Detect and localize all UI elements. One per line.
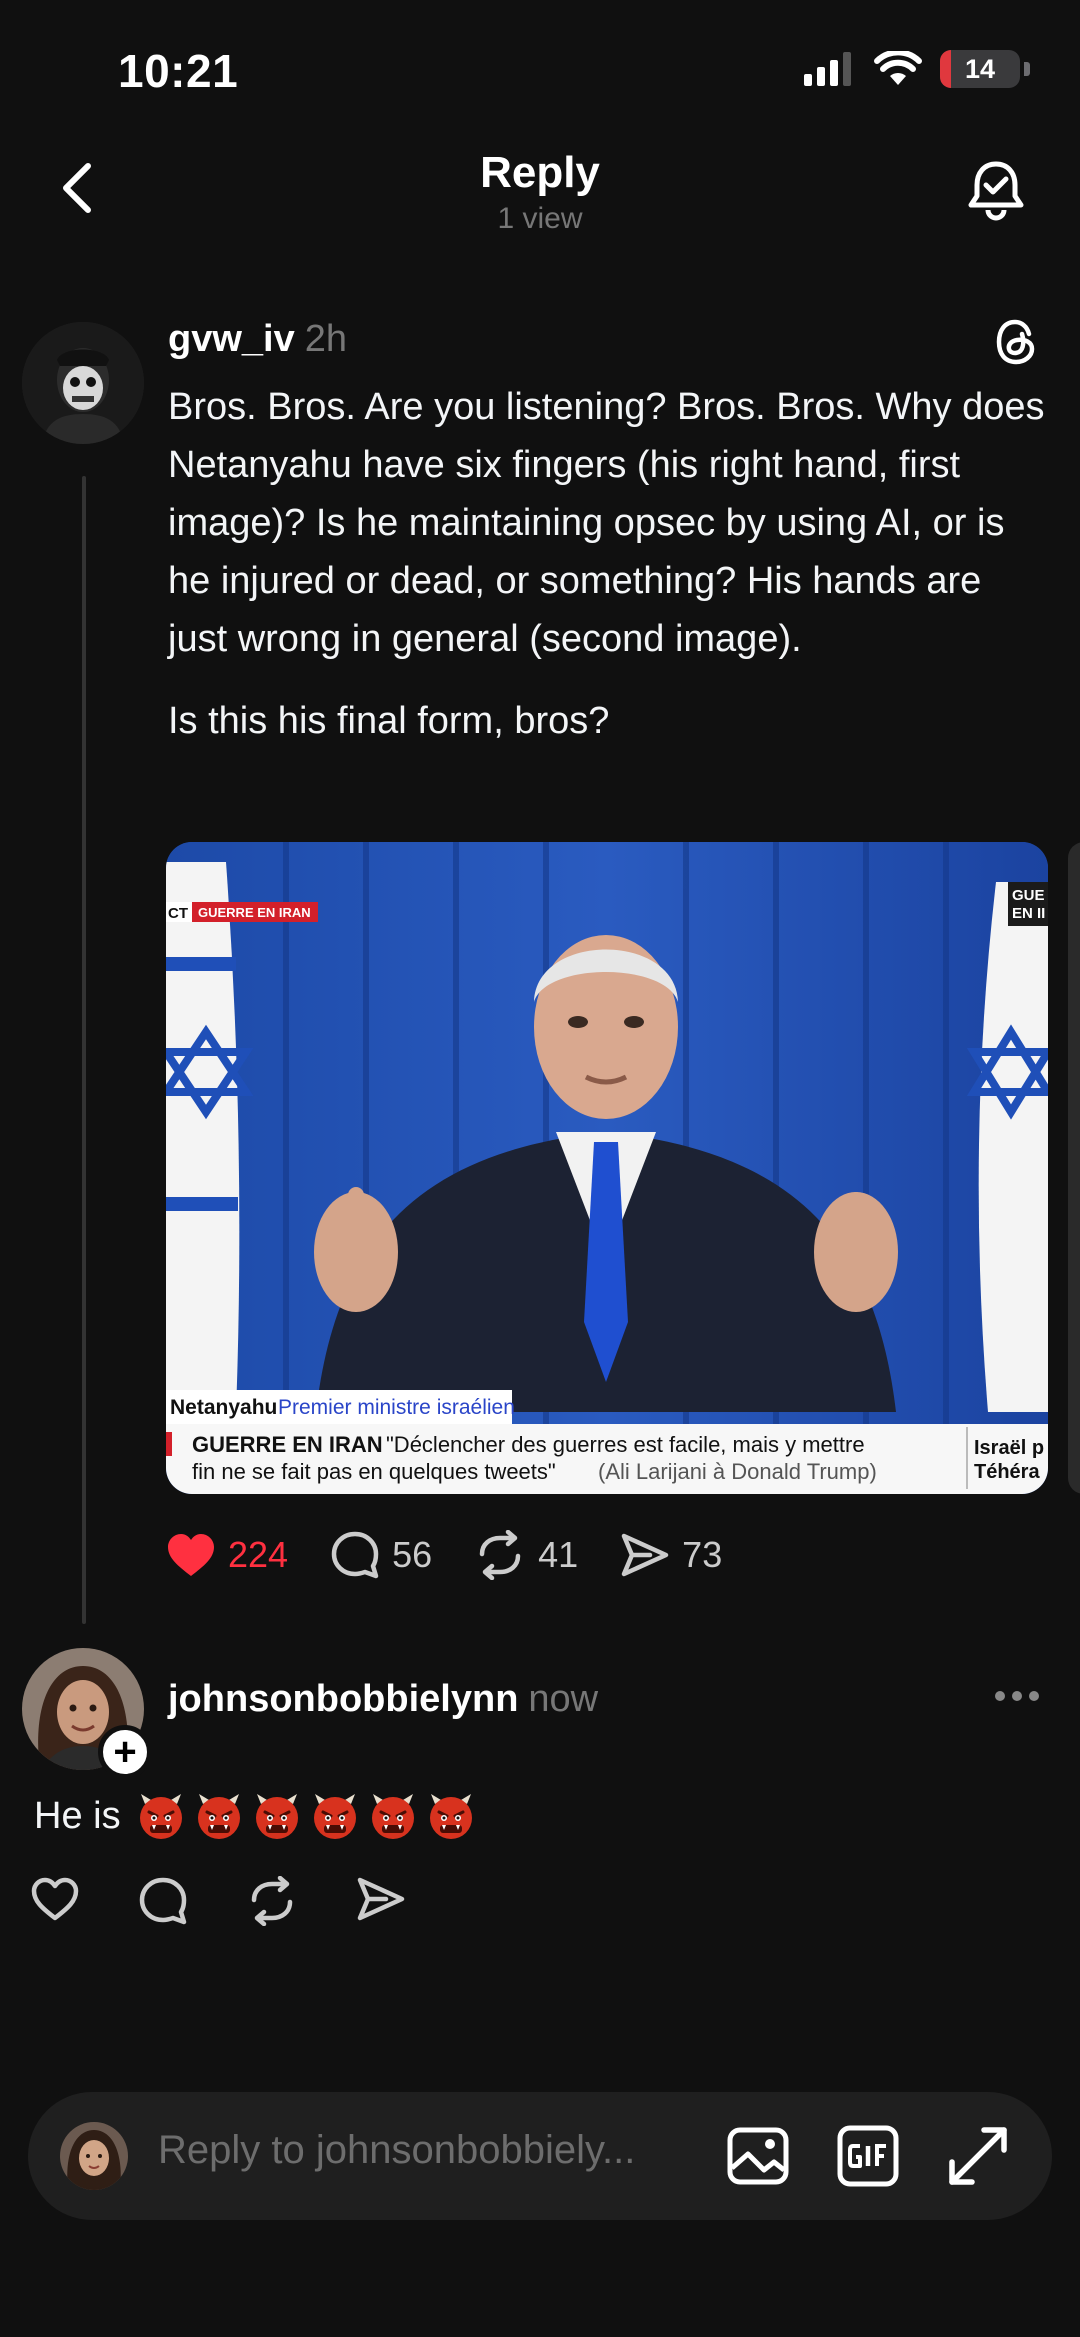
post-time: 2h: [304, 318, 348, 360]
battery-indicator: 14: [940, 50, 1020, 88]
reply-username[interactable]: johnsonbobbielynn: [168, 1678, 518, 1720]
reply-input[interactable]: [158, 2128, 718, 2173]
ticker-side-1: Israël p: [974, 1437, 1044, 1459]
reply-text: He is: [34, 1794, 121, 1837]
post-actions: 224 56 41 73: [166, 1530, 764, 1580]
threads-icon: [996, 319, 1035, 365]
thread-line: [82, 476, 86, 1624]
reply-composer: [28, 2092, 1052, 2220]
like-button[interactable]: 224: [166, 1532, 288, 1578]
gif-icon[interactable]: [836, 2124, 900, 2188]
ogre-emoji: [197, 1794, 240, 1839]
post-username[interactable]: gvw_iv: [168, 318, 295, 360]
ogre-emoji: [313, 1794, 356, 1839]
avatar-image: [60, 2122, 128, 2190]
status-indicators: 14: [804, 50, 1030, 88]
post-paragraph: Bros. Bros. Are you listening? Bros. Bro…: [168, 386, 1045, 660]
header: Reply 1 view: [0, 140, 1080, 250]
share-count: 73: [682, 1534, 723, 1575]
page-title: Reply: [480, 148, 600, 197]
bell-check-icon: [968, 161, 1024, 221]
ogre-emoji: [429, 1794, 472, 1839]
reply-body: He is: [34, 1790, 477, 1842]
ticker-quote-2: fin ne se fait pas en quelques tweets": [192, 1459, 556, 1484]
comment-icon: [331, 1531, 379, 1579]
comment-button[interactable]: 56: [330, 1530, 432, 1580]
comment-icon[interactable]: [138, 1876, 188, 1926]
repost-icon[interactable]: [246, 1876, 298, 1926]
status-time: 10:21: [118, 45, 239, 97]
view-count: 1 view: [497, 202, 583, 235]
reply-time: now: [528, 1678, 599, 1720]
composer-avatar: [60, 2122, 128, 2190]
post-paragraph: Is this his final form, bros?: [168, 700, 610, 742]
ticker-quote-1: "Déclencher des guerres est facile, mais…: [386, 1432, 865, 1457]
repost-count: 41: [538, 1534, 579, 1575]
battery-cap: [1024, 62, 1030, 76]
post-body: Bros. Bros. Are you listening? Bros. Bro…: [168, 378, 1048, 750]
repost-button[interactable]: 41: [474, 1530, 578, 1580]
corner-tag-top: GUE: [1012, 887, 1045, 904]
battery-level: 14: [964, 53, 996, 84]
battery-fill: [940, 50, 952, 88]
image-icon[interactable]: [726, 2124, 790, 2188]
signal-icon: [804, 52, 851, 86]
reply-actions: [30, 1876, 406, 1926]
ogre-emoji: [255, 1794, 298, 1839]
notify-button[interactable]: [964, 158, 1028, 222]
tag-red: GUERRE EN IRAN: [198, 905, 311, 920]
ticker-credit: (Ali Larijani à Donald Trump): [598, 1459, 877, 1484]
plus-icon: +: [113, 1730, 137, 1774]
post-author-row: gvw_iv 2h: [168, 318, 347, 361]
tag-left: CT: [168, 905, 188, 922]
next-image-peek[interactable]: [1068, 842, 1080, 1494]
emoji-group: [129, 1790, 477, 1842]
caption-role: Premier ministre israélien: [278, 1396, 515, 1419]
post-image[interactable]: CT GUERRE EN IRAN GUE EN II Netanyahu Pr…: [166, 842, 1048, 1494]
wifi-icon: [874, 51, 922, 85]
news-photo: CT GUERRE EN IRAN GUE EN II Netanyahu Pr…: [166, 842, 1048, 1494]
ogre-emoji: [371, 1794, 414, 1839]
heart-icon: [168, 1534, 214, 1576]
repost-icon: [479, 1530, 521, 1580]
share-icon: [621, 1533, 669, 1577]
expand-icon[interactable]: [946, 2124, 1010, 2188]
corner-tag-bottom: EN II: [1012, 905, 1045, 922]
reply-author-row: johnsonbobbielynn now: [168, 1678, 598, 1721]
caption-name: Netanyahu: [170, 1396, 277, 1419]
share-button[interactable]: 73: [620, 1532, 722, 1578]
avatar-image: [22, 322, 144, 444]
share-icon[interactable]: [356, 1876, 406, 1922]
follow-button[interactable]: +: [98, 1725, 152, 1779]
comment-count: 56: [392, 1534, 433, 1575]
status-bar: 10:21 14: [0, 0, 1080, 140]
ogre-emoji: [139, 1794, 182, 1839]
post-author-avatar[interactable]: [22, 322, 144, 444]
ticker-head: GUERRE EN IRAN: [192, 1432, 383, 1457]
ticker-side-2: Téhéra: [974, 1461, 1040, 1483]
like-count: 224: [228, 1534, 289, 1575]
heart-icon[interactable]: [30, 1876, 80, 1922]
more-icon[interactable]: [994, 1690, 1040, 1702]
